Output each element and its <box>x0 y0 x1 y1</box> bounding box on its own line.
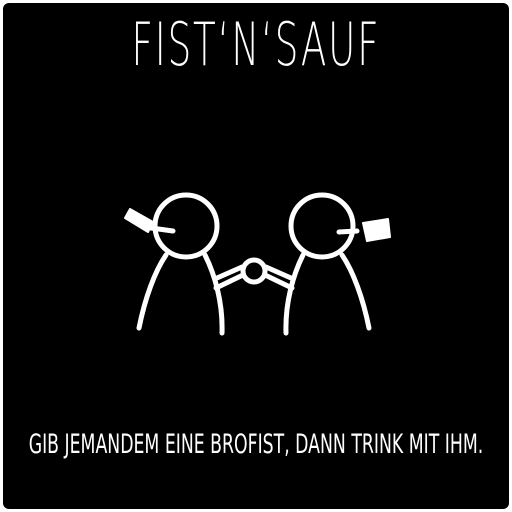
right-figure-head <box>288 192 356 260</box>
left-bottle-icon <box>124 208 154 233</box>
card-instruction-text: GIB JEMANDEM EINE BROFIST, DANN TRINK MI… <box>28 429 484 460</box>
right-bottle-icon <box>362 218 391 242</box>
right-bottle-neck <box>336 228 360 235</box>
left-figure-body <box>202 252 225 336</box>
left-bottle-neck <box>148 225 176 234</box>
fist-bump <box>240 257 268 285</box>
card-instruction: GIB JEMANDEM EINE BROFIST, DANN TRINK MI… <box>9 426 503 464</box>
right-figure-body <box>283 252 306 336</box>
left-figure-head <box>152 192 220 260</box>
left-figure-body <box>136 252 169 331</box>
right-figure-body <box>339 252 372 331</box>
drinking-game-card: FIST‘N‘SAUF GIB JEMANDEM EINE BROFIST, D… <box>3 3 509 509</box>
